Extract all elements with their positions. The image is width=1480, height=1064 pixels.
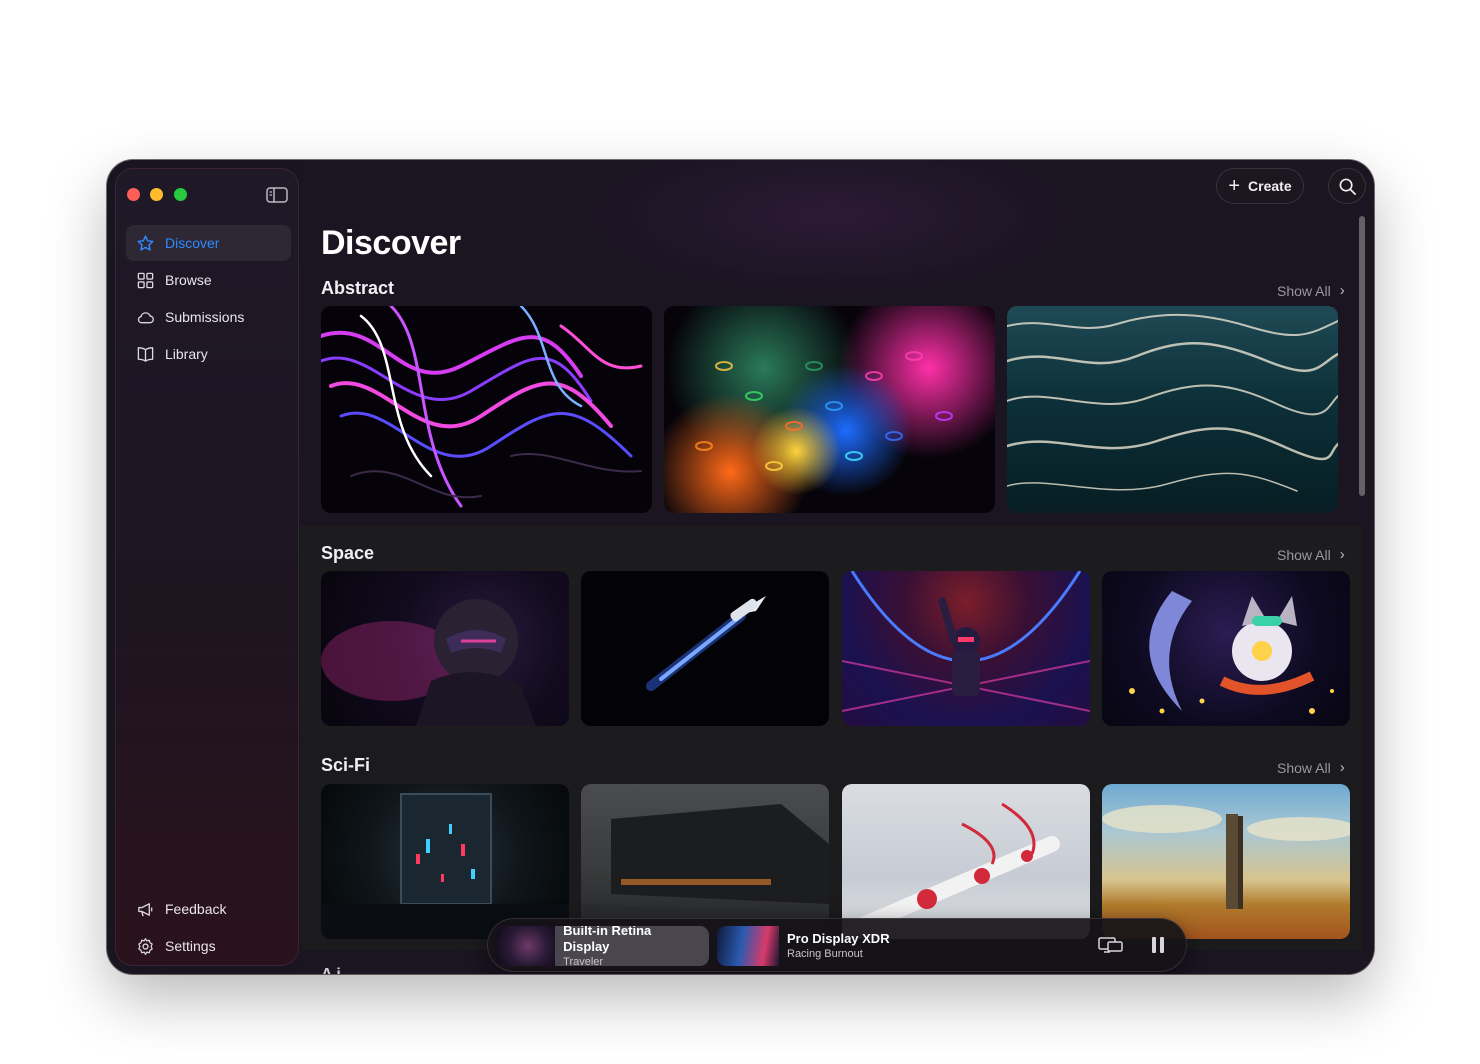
pause-icon[interactable] [1150, 935, 1166, 960]
book-icon [135, 344, 155, 364]
star-icon [135, 233, 155, 253]
sidebar-item-label: Library [165, 346, 208, 362]
wallpaper-thumbnail [717, 926, 779, 966]
zoom-window-button[interactable] [174, 188, 187, 201]
sidebar-item-label: Feedback [165, 901, 227, 917]
chevron-right-icon: › [1339, 546, 1345, 563]
wallpaper-card[interactable] [664, 306, 995, 513]
wallpaper-thumbnail [1102, 805, 1350, 909]
wallpaper-card[interactable] [321, 784, 569, 939]
next-section-title: A i [321, 966, 341, 974]
cloud-icon [135, 307, 155, 327]
wallpaper-card[interactable] [1007, 306, 1338, 513]
wallpaper-name: Racing Burnout [787, 948, 863, 960]
close-window-button[interactable] [127, 188, 140, 201]
plus-icon: + [1228, 175, 1241, 197]
section-title-sci-fi: Sci-Fi [321, 755, 371, 775]
wallpaper-card[interactable] [1102, 784, 1350, 939]
display-chip-built-in[interactable]: Built-in Retina Display Traveler [495, 926, 709, 966]
page-title: Discover [321, 224, 461, 262]
wallpaper-thumbnail [321, 793, 569, 939]
wallpaper-thumbnail [842, 802, 1060, 939]
sidebar-item-label: Settings [165, 938, 216, 954]
wallpaper-thumbnail [842, 571, 1090, 712]
show-all-label: Show All [1277, 282, 1331, 299]
section-title-abstract: Abstract [321, 278, 395, 298]
wallpaper-card[interactable] [581, 784, 829, 939]
wallpaper-card[interactable] [321, 571, 569, 726]
wallpaper-thumbnail [1129, 591, 1334, 714]
main-content: + Create Discover Abstract Show All › Sp… [300, 160, 1374, 974]
wallpaper-card[interactable] [842, 571, 1090, 726]
app-window: Discover Browse Submissions Library Feed… [107, 160, 1374, 974]
display-player-bar: Built-in Retina Display Traveler Pro Dis… [487, 918, 1187, 972]
wallpaper-thumbnail [646, 596, 766, 691]
show-all-label: Show All [1277, 759, 1331, 776]
sidebar-toggle-icon[interactable] [266, 186, 288, 204]
chevron-right-icon: › [1339, 759, 1345, 776]
wallpaper-thumbnail [321, 599, 536, 726]
display-name: Pro Display XDR [787, 931, 890, 946]
wallpaper-thumbnail [581, 804, 829, 939]
create-button[interactable]: + Create [1216, 168, 1304, 204]
vertical-scrollbar[interactable] [1359, 216, 1365, 496]
section-title-space: Space [321, 543, 375, 563]
wallpaper-thumbnail [695, 351, 953, 471]
sidebar-item-library[interactable]: Library [126, 336, 291, 372]
sidebar-item-label: Submissions [165, 309, 245, 325]
wallpaper-name: Traveler [563, 956, 604, 966]
sidebar-item-feedback[interactable]: Feedback [126, 891, 291, 927]
wallpaper-thumbnail [495, 926, 556, 966]
minimize-window-button[interactable] [150, 188, 163, 201]
displays-icon[interactable] [1098, 935, 1124, 960]
wallpaper-card[interactable] [842, 784, 1090, 939]
display-name: Built-in Retina Display [563, 926, 652, 954]
show-all-abstract-link[interactable]: Show All › [1277, 282, 1345, 299]
search-icon [1339, 178, 1356, 195]
wallpaper-card[interactable] [321, 306, 652, 513]
sidebar-item-submissions[interactable]: Submissions [126, 299, 291, 335]
sidebar-item-discover[interactable]: Discover [126, 225, 291, 261]
sidebar-item-browse[interactable]: Browse [126, 262, 291, 298]
wallpaper-card[interactable] [1102, 571, 1350, 726]
wallpaper-thumbnail [1007, 313, 1338, 492]
show-all-sci-fi-link[interactable]: Show All › [1277, 759, 1345, 776]
gear-icon [135, 936, 155, 956]
grid-icon [135, 270, 155, 290]
wallpaper-card[interactable] [581, 571, 829, 726]
search-button[interactable] [1328, 168, 1366, 204]
show-all-space-link[interactable]: Show All › [1277, 546, 1345, 563]
sidebar: Discover Browse Submissions Library Feed… [115, 168, 299, 966]
display-chip-pro-display[interactable]: Pro Display XDR Racing Burnout [717, 926, 907, 966]
chevron-right-icon: › [1339, 282, 1345, 299]
sidebar-item-label: Discover [165, 235, 220, 251]
megaphone-icon [135, 899, 155, 919]
sidebar-item-settings[interactable]: Settings [126, 928, 291, 964]
wallpaper-thumbnail [321, 306, 643, 508]
sidebar-item-label: Browse [165, 272, 212, 288]
create-button-label: Create [1248, 178, 1292, 194]
show-all-label: Show All [1277, 546, 1331, 563]
